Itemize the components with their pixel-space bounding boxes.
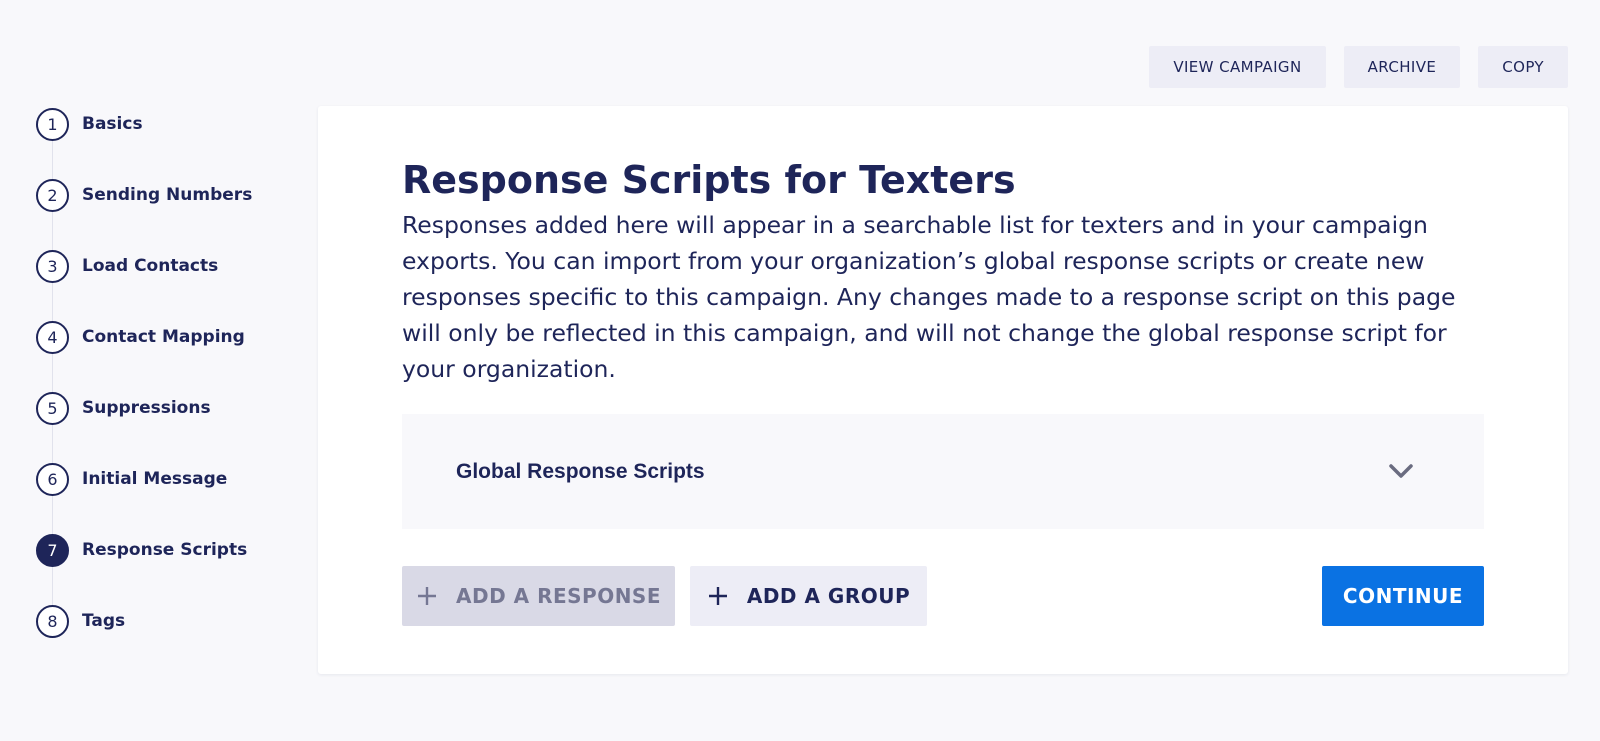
add-group-label: ADD A GROUP <box>746 584 911 608</box>
step-number: 3 <box>36 249 69 283</box>
accordion-label: Global Response Scripts <box>456 460 705 483</box>
step-label: Sending Numbers <box>82 185 253 205</box>
response-scripts-card: Response Scripts for Texters Responses a… <box>318 106 1568 674</box>
step-label: Tags <box>82 611 126 631</box>
step-response-scripts[interactable]: 7 Response Scripts <box>36 533 247 567</box>
plus-icon <box>416 585 438 607</box>
step-number: 8 <box>36 604 69 638</box>
view-campaign-button[interactable]: VIEW CAMPAIGN <box>1149 46 1326 88</box>
step-basics[interactable]: 1 Basics <box>36 107 143 141</box>
step-label: Initial Message <box>82 469 228 489</box>
step-load-contacts[interactable]: 3 Load Contacts <box>36 249 218 283</box>
step-label: Suppressions <box>82 398 211 418</box>
step-initial-message[interactable]: 6 Initial Message <box>36 462 227 496</box>
step-number: 6 <box>36 462 69 496</box>
step-label: Contact Mapping <box>82 327 245 347</box>
step-contact-mapping[interactable]: 4 Contact Mapping <box>36 320 245 354</box>
add-response-label: ADD A RESPONSE <box>455 584 662 608</box>
step-number: 2 <box>36 178 69 212</box>
step-number: 1 <box>36 107 69 141</box>
continue-button[interactable]: CONTINUE <box>1322 566 1484 626</box>
step-number: 4 <box>36 320 69 354</box>
step-number: 5 <box>36 391 69 425</box>
step-label: Load Contacts <box>82 256 219 276</box>
add-group-button[interactable]: ADD A GROUP <box>690 566 927 626</box>
step-tags[interactable]: 8 Tags <box>36 604 125 638</box>
step-number: 7 <box>36 533 69 567</box>
campaign-actions: VIEW CAMPAIGN ARCHIVE COPY <box>1149 46 1568 88</box>
copy-button[interactable]: COPY <box>1478 46 1568 88</box>
add-response-button[interactable]: ADD A RESPONSE <box>402 566 675 626</box>
plus-icon <box>707 585 729 607</box>
chevron-down-icon <box>1384 454 1418 488</box>
page-title: Response Scripts for Texters <box>402 158 1016 202</box>
step-sending-numbers[interactable]: 2 Sending Numbers <box>36 178 252 212</box>
page-description: Responses added here will appear in a se… <box>402 211 1456 383</box>
step-suppressions[interactable]: 5 Suppressions <box>36 391 211 425</box>
global-response-scripts-accordion[interactable]: Global Response Scripts <box>402 414 1484 529</box>
step-label: Response Scripts <box>82 540 248 560</box>
step-label: Basics <box>82 114 143 134</box>
archive-button[interactable]: ARCHIVE <box>1343 46 1461 88</box>
